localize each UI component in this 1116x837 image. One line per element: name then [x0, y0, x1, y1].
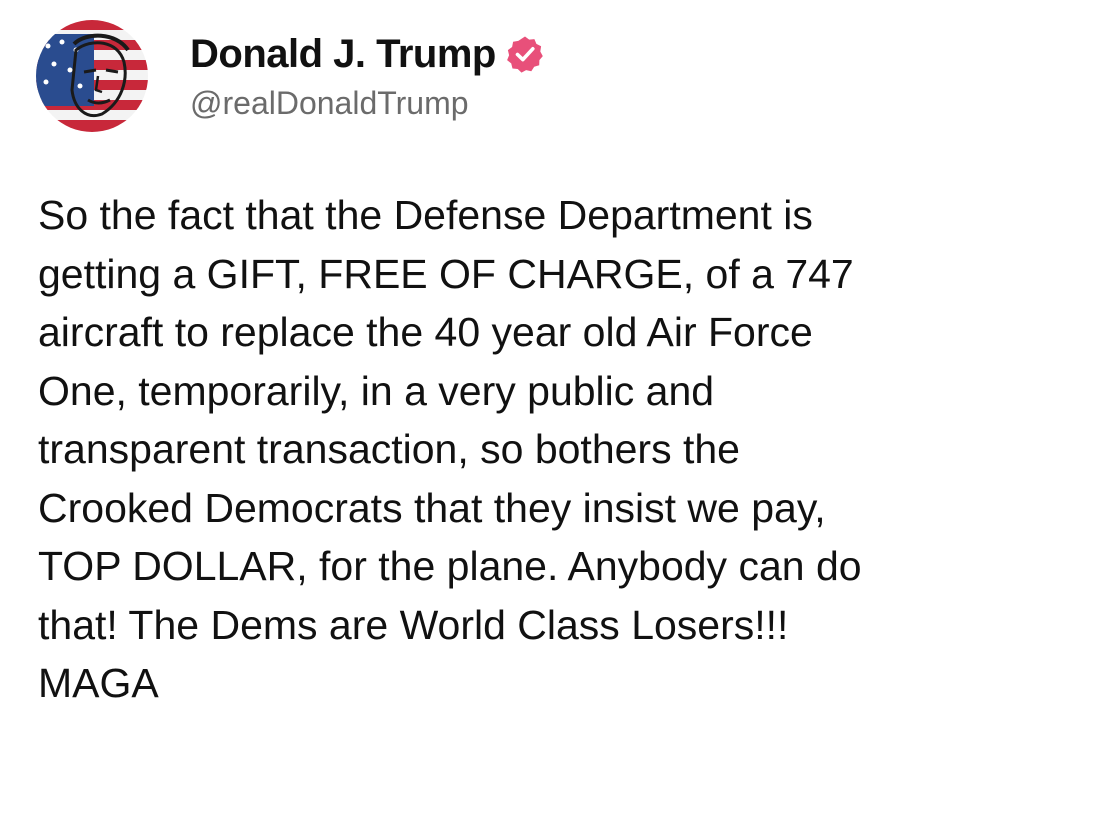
- user-handle[interactable]: @realDonaldTrump: [190, 85, 544, 122]
- author-identity: Donald J. Trump @realDonaldTrump: [190, 31, 544, 122]
- display-name[interactable]: Donald J. Trump: [190, 31, 496, 77]
- avatar[interactable]: [36, 20, 148, 132]
- social-post: Donald J. Trump @realDonaldTrump So the …: [0, 0, 1116, 837]
- verified-badge-icon: [506, 35, 544, 73]
- name-row: Donald J. Trump: [190, 31, 544, 77]
- post-body-text: So the fact that the Defense Department …: [38, 192, 862, 706]
- flag-portrait-avatar-icon: [36, 20, 148, 132]
- post-header: Donald J. Trump @realDonaldTrump: [36, 20, 544, 132]
